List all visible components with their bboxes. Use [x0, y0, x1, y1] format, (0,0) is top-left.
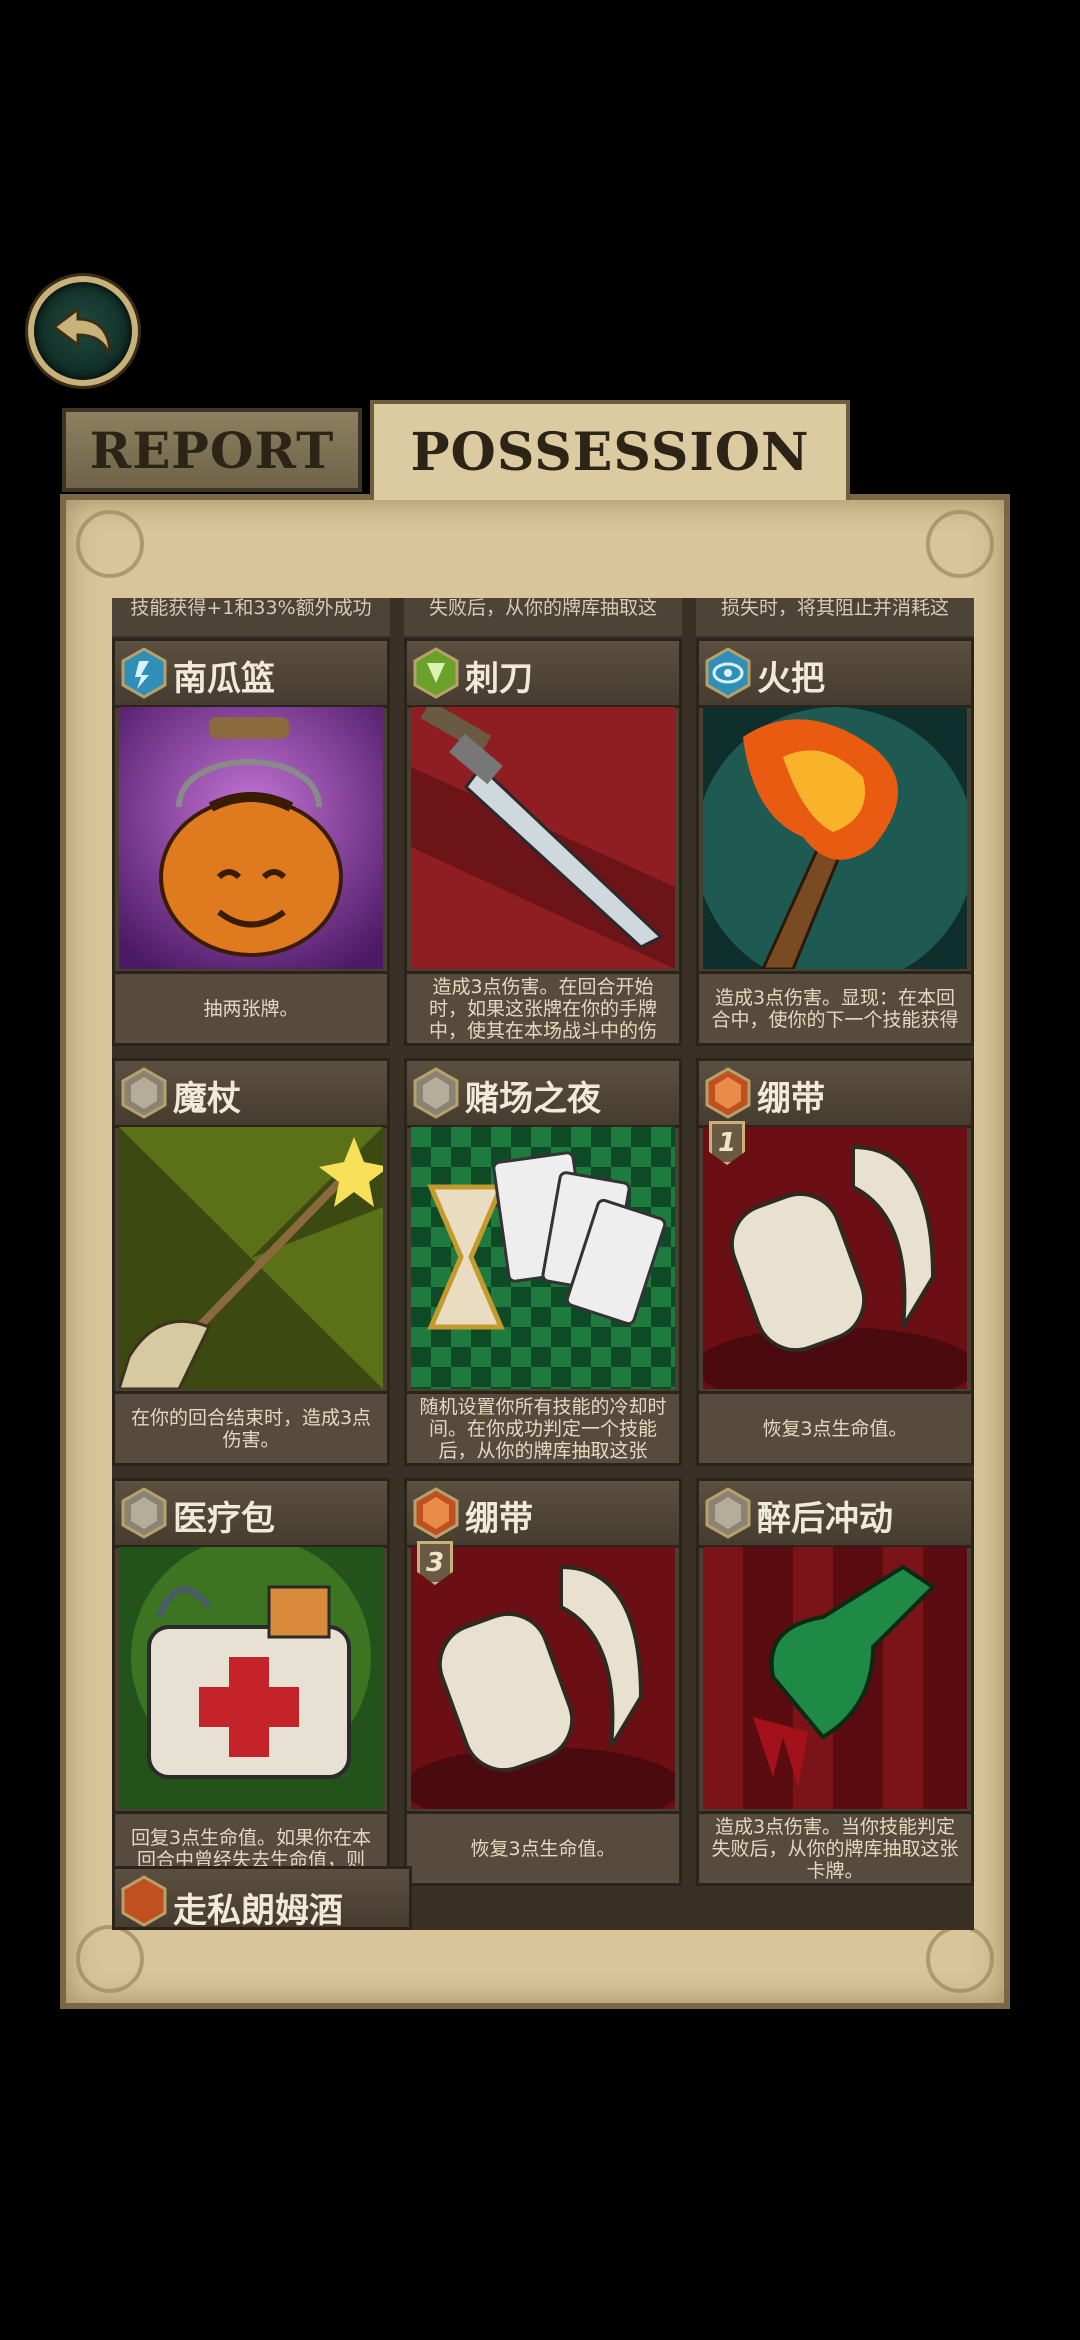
partial-desc: 技能获得+1和33%额外成功: [112, 598, 390, 636]
card-bandage[interactable]: 绷带 3 恢复3点生命值。: [404, 1478, 682, 1886]
card-name: 医疗包: [173, 1499, 275, 1539]
card-list[interactable]: 技能获得+1和33%额外成功 失败后，从你的牌库抽取这 损失时，将其阻止并消耗这…: [112, 598, 974, 1930]
card-casino-night[interactable]: 赌场之夜 随机设置你所有技能的冷却时间。在你成功判定一个技能后，从你的牌库抽取这…: [404, 1058, 682, 1466]
rarity-gem-icon: [705, 647, 751, 699]
previous-row-remnant: 技能获得+1和33%额外成功 失败后，从你的牌库抽取这 损失时，将其阻止并消耗这: [112, 598, 974, 636]
pumpkin-basket-art: [119, 707, 383, 969]
card-name: 魔杖: [173, 1079, 241, 1119]
card-description: 造成3点伤害。显现：在本回合中，使你的下一个技能获得: [699, 971, 971, 1043]
rarity-gem-icon: [121, 647, 167, 699]
rarity-gem-icon: [413, 1487, 459, 1539]
card-header: 赌场之夜: [407, 1061, 679, 1128]
card-header: 醉后冲动: [699, 1481, 971, 1548]
card-drunken-impulse[interactable]: 醉后冲动 造成3点伤害。当你技能判定失败后，从你的牌库抽取这张卡牌。: [696, 1478, 974, 1886]
tab-possession[interactable]: POSSESSION: [370, 400, 850, 500]
back-arrow-icon: [51, 306, 112, 356]
rarity-gem-icon: [705, 1067, 751, 1119]
rarity-gem-icon: [413, 1067, 459, 1119]
wand-art: [119, 1127, 383, 1389]
rarity-gem-icon: [121, 1875, 167, 1927]
card-name: 赌场之夜: [465, 1079, 601, 1119]
card-description: 抽两张牌。: [115, 971, 387, 1043]
card-medkit[interactable]: 医疗包 回复3点生命值。如果你在本回合中曾经失去生命值，则: [112, 1478, 390, 1886]
back-button[interactable]: [28, 276, 138, 386]
card-wand[interactable]: 魔杖 在你的回合结束时，造成3点伤害。: [112, 1058, 390, 1466]
card-header: 绷带: [407, 1481, 679, 1548]
rarity-gem-icon: [413, 647, 459, 699]
tab-report[interactable]: REPORT: [62, 408, 362, 492]
card-name: 火把: [757, 659, 825, 699]
casino-night-art: [411, 1127, 675, 1389]
bandage-art: [411, 1547, 675, 1809]
card-description: 造成3点伤害。当你技能判定失败后，从你的牌库抽取这张卡牌。: [699, 1811, 971, 1883]
card-header: 火把: [699, 641, 971, 708]
card-bandage[interactable]: 绷带 1 恢复3点生命值。: [696, 1058, 974, 1466]
card-header: 刺刀: [407, 641, 679, 708]
card-torch[interactable]: 火把 造成3点伤害。显现：在本回合中，使你的下一个技能获得: [696, 638, 974, 1046]
card-smuggled-rum[interactable]: 走私朗姆酒: [112, 1866, 412, 1930]
card-name: 刺刀: [465, 659, 533, 699]
card-header: 医疗包: [115, 1481, 387, 1548]
partial-desc: 失败后，从你的牌库抽取这: [404, 598, 682, 636]
bayonet-art: [411, 707, 675, 969]
drunken-impulse-art: [703, 1547, 967, 1809]
rarity-gem-icon: [121, 1487, 167, 1539]
card-description: 随机设置你所有技能的冷却时间。在你成功判定一个技能后，从你的牌库抽取这张: [407, 1391, 679, 1463]
torch-art: [703, 707, 967, 969]
card-description: 恢复3点生命值。: [699, 1391, 971, 1463]
rarity-gem-icon: [705, 1487, 751, 1539]
card-name: 走私朗姆酒: [173, 1891, 343, 1930]
card-name: 南瓜篮: [173, 659, 275, 699]
card-pumpkin-basket[interactable]: 南瓜篮 抽两张牌。: [112, 638, 390, 1046]
card-header: 南瓜篮: [115, 641, 387, 708]
rarity-gem-icon: [121, 1067, 167, 1119]
card-header: 魔杖: [115, 1061, 387, 1128]
medkit-art: [119, 1547, 383, 1809]
card-description: 在你的回合结束时，造成3点伤害。: [115, 1391, 387, 1463]
card-header: 绷带: [699, 1061, 971, 1128]
bandage-art: [703, 1127, 967, 1389]
card-description: 恢复3点生命值。: [407, 1811, 679, 1883]
card-bayonet[interactable]: 刺刀 造成3点伤害。在回合开始时，如果这张牌在你的手牌中，使其在本场战斗中的伤: [404, 638, 682, 1046]
card-name: 绷带: [465, 1499, 533, 1539]
partial-desc: 损失时，将其阻止并消耗这: [696, 598, 974, 636]
card-name: 醉后冲动: [757, 1499, 893, 1539]
card-name: 绷带: [757, 1079, 825, 1119]
card-description: 造成3点伤害。在回合开始时，如果这张牌在你的手牌中，使其在本场战斗中的伤: [407, 971, 679, 1043]
